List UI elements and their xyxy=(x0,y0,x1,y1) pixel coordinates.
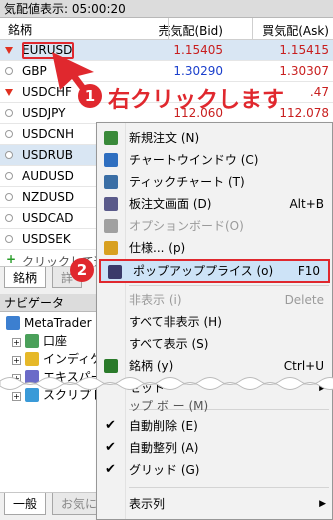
symbol-name: USDSEK xyxy=(22,232,71,246)
ask-value: .47 xyxy=(309,85,329,99)
menu-item-label: 板注文画面 (D) xyxy=(129,197,212,211)
menu-item[interactable]: ティックチャート (T) xyxy=(97,171,332,193)
bid-value: 1.15405 xyxy=(173,43,223,57)
symbol-status-icon xyxy=(5,193,13,201)
menu-item[interactable]: 非表示 (i) Delete xyxy=(97,289,332,311)
menu-item-label: ティックチャート (T) xyxy=(129,175,245,189)
depth-of-market-icon xyxy=(104,197,118,211)
symbol-status-icon xyxy=(5,214,13,222)
symbol-status-icon xyxy=(5,172,13,180)
menu-item-label: チャートウインドウ (C) xyxy=(129,153,259,167)
accounts-icon xyxy=(25,334,39,348)
symbol-status-icon xyxy=(5,235,13,243)
menu-item-label: 自動整列 (A) xyxy=(129,441,199,455)
col-ask-header[interactable]: 買気配(Ask) xyxy=(262,22,329,39)
menu-item-label: 新規注文 (N) xyxy=(129,131,200,145)
submenu-arrow-icon: ▶ xyxy=(319,499,326,509)
nav-item-accounts[interactable]: + 口座 xyxy=(12,332,67,350)
checkmark-icon: ✔ xyxy=(105,418,116,433)
col-symbol-header[interactable]: 銘柄 xyxy=(8,21,32,38)
symbol-status-icon xyxy=(5,67,13,75)
metatrader-icon xyxy=(6,316,20,330)
symbol-name: AUDUSD xyxy=(22,169,74,183)
menu-item-label: グリッド (G) xyxy=(129,463,200,477)
column-divider[interactable] xyxy=(252,18,253,40)
checkmark-icon: ✔ xyxy=(105,462,116,477)
tick-chart-icon xyxy=(104,175,118,189)
menu-separator xyxy=(129,285,329,286)
table-header: 銘柄 売気配(Bid) 買気配(Ask) xyxy=(0,18,333,40)
menu-item[interactable]: すべて表示 (S) xyxy=(97,333,332,355)
tab-symbols[interactable]: 銘柄 xyxy=(4,267,47,288)
menu-item[interactable]: すべて非表示 (H) xyxy=(97,311,332,333)
column-divider[interactable] xyxy=(168,18,169,40)
menu-item-label: 自動削除 (E) xyxy=(129,419,198,433)
popup-prices-icon xyxy=(108,265,122,279)
trend-down-icon xyxy=(5,89,13,96)
bid-value: 1.30290 xyxy=(173,64,223,78)
chart-window-icon xyxy=(104,153,118,167)
menu-item[interactable]: ✔ 自動削除 (E) xyxy=(97,415,332,437)
menu-item[interactable]: ポップアッププライス (o) F10 xyxy=(99,259,330,283)
symbol-name: USDCNH xyxy=(22,127,75,141)
menu-item-label: 仕様... (p) xyxy=(129,241,186,255)
symbol-name: USDRUB xyxy=(22,148,73,162)
menu-item-shortcut: F10 xyxy=(297,264,320,278)
screenshot-root: 気配値表示: 05:00:20 銘柄 売気配(Bid) 買気配(Ask) EUR… xyxy=(0,0,333,520)
expand-icon[interactable]: + xyxy=(12,338,21,347)
nav-item-metatrader[interactable]: MetaTrader 5 xyxy=(6,314,103,332)
menu-separator xyxy=(129,487,329,488)
context-menu: 新規注文 (N) チャートウインドウ (C) ティックチャート (T) 板注文画面 (… xyxy=(96,122,333,520)
torn-edge-divider xyxy=(0,377,333,390)
ask-value: 1.15415 xyxy=(279,43,329,57)
ask-value: 1.30307 xyxy=(279,64,329,78)
menu-item[interactable]: オプションボード(O) xyxy=(97,215,332,237)
new-order-icon xyxy=(104,131,118,145)
menu-item[interactable]: ✔ 自動整列 (A) xyxy=(97,437,332,459)
menu-item-label: 表示列 xyxy=(129,497,166,511)
nav-item-label: MetaTrader 5 xyxy=(24,316,104,330)
symbol-status-icon xyxy=(5,109,13,117)
market-watch-title: 気配値表示: 05:00:20 xyxy=(0,0,333,18)
symbol-status-icon xyxy=(5,151,13,159)
plus-icon: + xyxy=(6,252,17,266)
symbol-name: USDJPY xyxy=(22,106,66,120)
menu-item[interactable]: チャートウインドウ (C) xyxy=(97,149,332,171)
checkmark-icon: ✔ xyxy=(105,440,116,455)
menu-item-label: すべて非表示 (H) xyxy=(129,315,222,329)
menu-item[interactable]: 表示列 ▶ xyxy=(97,493,332,515)
symbol-status-icon xyxy=(5,130,13,138)
menu-item-clipped: ップ ボ ー (M) xyxy=(97,395,332,417)
menu-item-label: オプションボード(O) xyxy=(129,219,244,233)
symbol-name: USDCAD xyxy=(22,211,74,225)
symbol-name: GBP xyxy=(22,64,47,78)
symbol-name: NZDUSD xyxy=(22,190,75,204)
menu-item-label: ポップアッププライス (o) xyxy=(133,264,274,278)
tab-common[interactable]: 一般 xyxy=(4,493,47,515)
step-1-callout: 右クリックします xyxy=(108,88,285,113)
symbols-icon xyxy=(104,359,118,373)
step-2-badge: 2 xyxy=(70,258,94,282)
trend-down-icon xyxy=(5,47,13,54)
menu-item-label: ップ ボ ー (M) xyxy=(129,399,209,413)
menu-item-shortcut: Alt+B xyxy=(289,197,324,211)
ask-value: 112.078 xyxy=(279,106,329,120)
menu-item[interactable]: 仕様... (p) xyxy=(97,237,332,259)
menu-item-label: すべて表示 (S) xyxy=(129,337,209,351)
indicators-icon xyxy=(25,352,39,366)
menu-item-shortcut: Delete xyxy=(284,293,324,307)
option-board-icon xyxy=(104,219,118,233)
menu-item[interactable]: ✔ グリッド (G) xyxy=(97,459,332,481)
nav-item-label: 口座 xyxy=(43,334,68,348)
expand-icon[interactable]: + xyxy=(12,356,21,365)
specification-icon xyxy=(104,241,118,255)
step-1-badge: 1 xyxy=(78,84,102,108)
menu-item-label: 非表示 (i) xyxy=(129,293,182,307)
menu-item[interactable]: 新規注文 (N) xyxy=(97,127,332,149)
menu-item[interactable]: 板注文画面 (D) Alt+B xyxy=(97,193,332,215)
